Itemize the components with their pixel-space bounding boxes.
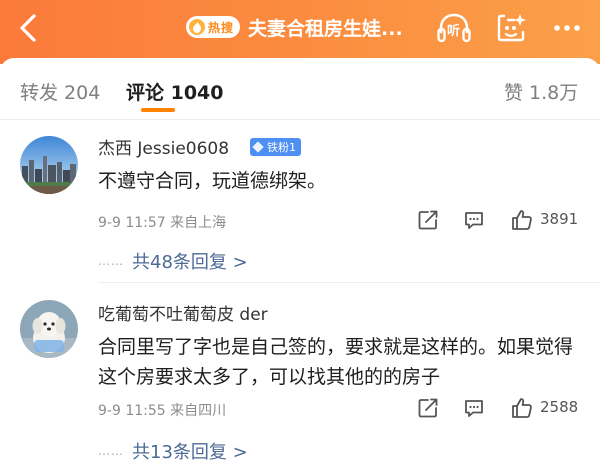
replies-count-label: 共13条回复 > bbox=[132, 442, 248, 463]
ai-summary-button[interactable] bbox=[492, 8, 532, 48]
thumbs-up-icon[interactable] bbox=[510, 396, 534, 420]
tab-bar: 转发 204 评论 1040 赞 1.8万 bbox=[0, 58, 600, 120]
chevron-left-icon bbox=[20, 14, 36, 42]
comment-actions: 2588 bbox=[0, 396, 600, 420]
comment-text: 合同里写了字也是自己签的，要求就是这样的。如果觉得这个房要求太多了，可以找其他的… bbox=[98, 336, 574, 388]
more-dots-icon bbox=[554, 25, 580, 31]
listen-button[interactable]: 听 bbox=[434, 8, 474, 48]
comment-username[interactable]: 杰西 Jessie0608 bbox=[98, 134, 229, 159]
page-title: 夫妻合租房生娃... bbox=[248, 17, 403, 40]
avatar[interactable] bbox=[20, 136, 78, 194]
comment-item: 吃葡萄不吐葡萄皮 der 合同里写了字也是自己签的，要求就是这样的。如果觉得这个… bbox=[0, 290, 600, 476]
white-puppy-avatar-image bbox=[20, 300, 78, 358]
city-skyline-avatar-image bbox=[20, 136, 78, 194]
tab-comments[interactable]: 评论 1040 bbox=[126, 78, 224, 105]
reply-comment-icon[interactable] bbox=[462, 208, 486, 232]
share-icon[interactable] bbox=[416, 208, 440, 232]
reply-comment-icon[interactable] bbox=[462, 396, 486, 420]
like-count: 2588 bbox=[540, 398, 579, 416]
tab-likes[interactable]: 赞 1.8万 bbox=[504, 78, 578, 105]
thumbs-up-icon[interactable] bbox=[510, 208, 534, 232]
view-replies-link[interactable]: …… 共13条回复 > bbox=[98, 438, 248, 464]
fan-badge[interactable]: 铁粉1 bbox=[250, 138, 301, 156]
comment-text: 不遵守合同，玩道德绑架。 bbox=[98, 170, 327, 192]
hot-search-badge: 热搜 bbox=[186, 16, 241, 38]
comment-item: 杰西 Jessie0608 铁粉1 不遵守合同，玩道德绑架。 9-9 11:57… bbox=[0, 120, 600, 290]
fan-badge-label: 铁粉1 bbox=[267, 141, 296, 154]
active-tab-indicator bbox=[141, 108, 175, 112]
comment-sheet: 转发 204 评论 1040 赞 1.8万 杰西 Jessie0608 铁粉1 … bbox=[0, 58, 600, 476]
more-options-button[interactable] bbox=[552, 16, 582, 40]
listen-label: 听 bbox=[447, 24, 461, 39]
share-icon[interactable] bbox=[416, 396, 440, 420]
view-replies-link[interactable]: …… 共48条回复 > bbox=[98, 248, 248, 274]
hot-search-title[interactable]: 热搜 夫妻合租房生娃... bbox=[186, 12, 403, 42]
top-bar: 热搜 夫妻合租房生娃... 听 bbox=[0, 0, 600, 64]
comment-username[interactable]: 吃葡萄不吐葡萄皮 der bbox=[98, 300, 268, 325]
comment-actions: 3891 bbox=[0, 208, 600, 232]
back-button[interactable] bbox=[10, 10, 46, 46]
replies-count-label: 共48条回复 > bbox=[132, 252, 248, 273]
flame-icon bbox=[189, 19, 205, 35]
hot-badge-label: 热搜 bbox=[208, 20, 235, 35]
tab-repost[interactable]: 转发 204 bbox=[20, 78, 100, 105]
like-count: 3891 bbox=[540, 210, 579, 228]
ai-assistant-icon bbox=[497, 14, 526, 42]
avatar[interactable] bbox=[20, 300, 78, 358]
reply-dots: …… bbox=[98, 254, 124, 268]
reply-dots: …… bbox=[98, 444, 124, 458]
diamond-icon bbox=[252, 141, 264, 153]
comment-divider bbox=[98, 282, 600, 283]
